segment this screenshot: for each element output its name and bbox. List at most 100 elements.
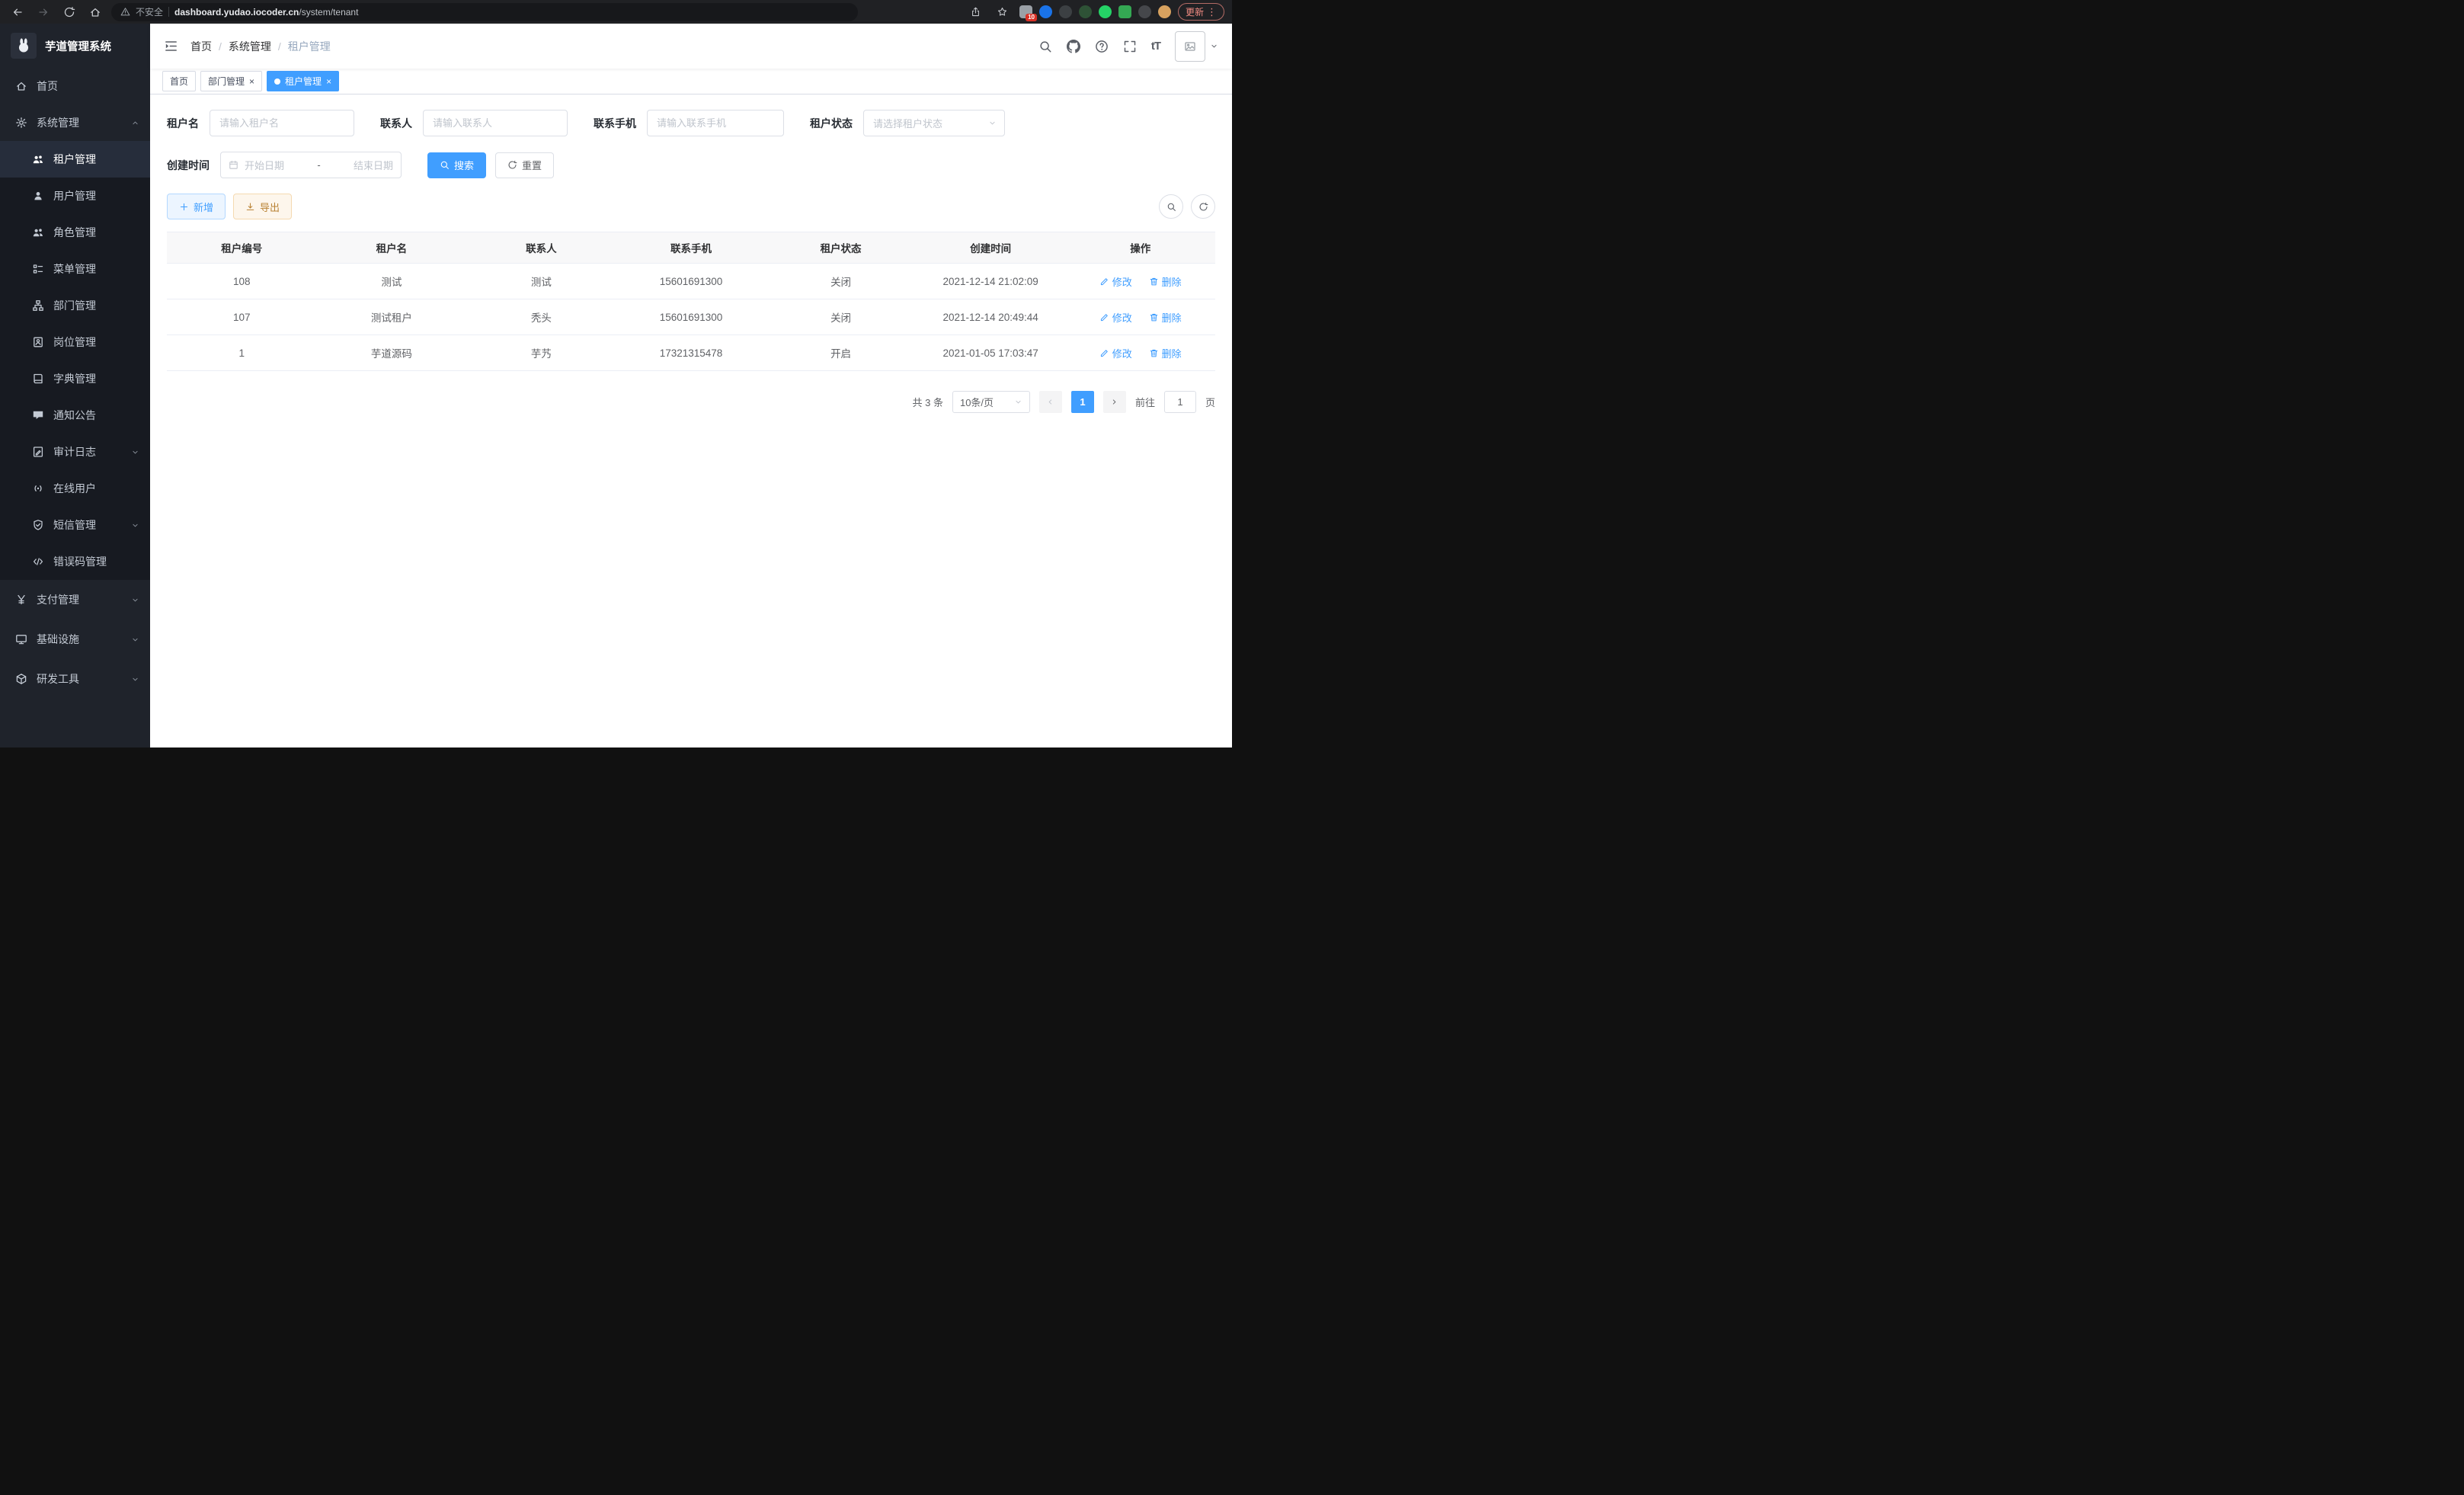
sidebar-item-online-users[interactable]: 在线用户 <box>0 470 150 507</box>
trash-icon <box>1149 277 1159 287</box>
cube-icon <box>15 673 27 685</box>
search-button[interactable]: 搜索 <box>427 152 486 178</box>
close-icon[interactable]: × <box>249 77 254 86</box>
extension-icon[interactable] <box>1118 5 1131 18</box>
next-page-button[interactable] <box>1103 391 1126 413</box>
toggle-search-button[interactable] <box>1159 194 1183 219</box>
page-unit-label: 页 <box>1205 395 1215 409</box>
status-select[interactable]: 请选择租户状态 <box>863 110 1005 136</box>
cell-tenant-id: 107 <box>167 312 317 323</box>
tab-tenant-management[interactable]: 租户管理 × <box>267 71 339 91</box>
share-button[interactable] <box>966 2 986 22</box>
goto-page-input[interactable] <box>1164 391 1196 413</box>
sidebar-item-dict-management[interactable]: 字典管理 <box>0 360 150 397</box>
delete-link[interactable]: 删除 <box>1149 274 1182 289</box>
add-button[interactable]: 新增 <box>167 194 226 219</box>
sidebar-item-user-management[interactable]: 用户管理 <box>0 178 150 214</box>
browser-home-button[interactable] <box>85 2 105 22</box>
url-path: /system/tenant <box>299 7 358 18</box>
sidebar-item-tenant-management[interactable]: 租户管理 <box>0 141 150 178</box>
breadcrumb-home[interactable]: 首页 <box>190 39 212 54</box>
user-avatar-menu[interactable] <box>1175 31 1218 62</box>
code-icon <box>32 555 44 568</box>
browser-refresh-button[interactable] <box>59 2 79 22</box>
sidebar-collapse-button[interactable] <box>164 39 178 53</box>
tenant-icon <box>32 153 44 165</box>
system-submenu: 租户管理 用户管理 角色管理 菜单管理 部门管理 <box>0 141 150 580</box>
sidebar-item-home[interactable]: 首页 <box>0 68 150 104</box>
page-number-button[interactable]: 1 <box>1071 391 1094 413</box>
app-logo <box>11 33 37 59</box>
edit-link[interactable]: 修改 <box>1099 310 1132 325</box>
chrome-update-button[interactable]: 更新 ⋮ <box>1178 3 1224 21</box>
breadcrumb-system[interactable]: 系统管理 <box>212 39 271 54</box>
sidebar-item-menu-management[interactable]: 菜单管理 <box>0 251 150 287</box>
sidebar-item-label: 在线用户 <box>53 481 139 496</box>
sidebar-item-label: 首页 <box>37 78 139 94</box>
sidebar-item-post-management[interactable]: 岗位管理 <box>0 324 150 360</box>
close-icon[interactable]: × <box>326 77 331 86</box>
cell-status: 关闭 <box>766 274 916 289</box>
active-tab-dot <box>274 78 280 85</box>
export-button[interactable]: 导出 <box>233 194 292 219</box>
sidebar-group-payment[interactable]: 支付管理 <box>0 580 150 619</box>
github-icon[interactable] <box>1067 40 1080 53</box>
extension-icon[interactable] <box>1099 5 1112 18</box>
cell-mobile: 15601691300 <box>616 312 766 323</box>
sidebar-group-audit-log[interactable]: 审计日志 <box>0 434 150 470</box>
extension-icon[interactable]: 10 <box>1019 5 1032 18</box>
sidebar-group-dev-tools[interactable]: 研发工具 <box>0 659 150 699</box>
delete-link[interactable]: 删除 <box>1149 310 1182 325</box>
bookmark-star-button[interactable] <box>993 2 1013 22</box>
chevron-down-icon <box>988 119 997 127</box>
sidebar-item-role-management[interactable]: 角色管理 <box>0 214 150 251</box>
extension-icon[interactable] <box>1158 5 1171 18</box>
chevron-up-icon <box>131 119 139 127</box>
sidebar-group-infrastructure[interactable]: 基础设施 <box>0 619 150 659</box>
contact-input[interactable] <box>423 110 568 136</box>
address-bar[interactable]: 不安全 dashboard.yudao.iocoder.cn/system/te… <box>111 3 858 21</box>
tab-dept-management[interactable]: 部门管理 × <box>200 71 262 91</box>
cell-tenant-name: 测试 <box>317 274 467 289</box>
refresh-table-button[interactable] <box>1191 194 1215 219</box>
date-range-picker[interactable]: 开始日期 - 结束日期 <box>220 152 402 178</box>
column-header: 租户编号 <box>167 240 317 255</box>
browser-forward-button[interactable] <box>34 2 53 22</box>
app-logo-row[interactable]: 芋道管理系统 <box>0 24 150 68</box>
rabbit-logo-icon <box>15 37 32 54</box>
broadcast-icon <box>32 482 44 495</box>
search-icon[interactable] <box>1038 40 1052 53</box>
help-icon[interactable] <box>1095 40 1109 53</box>
edit-link[interactable]: 修改 <box>1099 346 1132 360</box>
sidebar-item-notice[interactable]: 通知公告 <box>0 397 150 434</box>
edit-link[interactable]: 修改 <box>1099 274 1132 289</box>
column-header: 租户状态 <box>766 240 916 255</box>
sidebar-group-label: 基础设施 <box>37 632 122 647</box>
dictionary-book-icon <box>32 373 44 385</box>
fullscreen-icon[interactable] <box>1123 40 1137 53</box>
extension-icon[interactable] <box>1059 5 1072 18</box>
extension-icon[interactable] <box>1079 5 1092 18</box>
extension-icon[interactable] <box>1138 5 1151 18</box>
browser-back-button[interactable] <box>8 2 27 22</box>
tab-home[interactable]: 首页 <box>162 71 196 91</box>
reset-button[interactable]: 重置 <box>495 152 554 178</box>
sidebar-item-dept-management[interactable]: 部门管理 <box>0 287 150 324</box>
sidebar: 芋道管理系统 首页 系统管理 租户管理 用户管理 <box>0 24 150 748</box>
reset-button-label: 重置 <box>522 158 542 172</box>
mobile-input[interactable] <box>647 110 784 136</box>
font-size-icon[interactable]: tT <box>1151 40 1160 53</box>
broken-image-icon <box>1184 40 1196 53</box>
sidebar-group-system[interactable]: 系统管理 <box>0 104 150 141</box>
sidebar-group-sms[interactable]: 短信管理 <box>0 507 150 543</box>
sidebar-item-error-code[interactable]: 错误码管理 <box>0 543 150 580</box>
extension-icon[interactable] <box>1039 5 1052 18</box>
column-header: 联系手机 <box>616 240 766 255</box>
sidebar-item-label: 用户管理 <box>53 188 139 203</box>
gear-icon <box>15 117 27 129</box>
org-tree-icon <box>32 299 44 312</box>
prev-page-button[interactable] <box>1039 391 1062 413</box>
tenant-name-input[interactable] <box>210 110 354 136</box>
delete-link[interactable]: 删除 <box>1149 346 1182 360</box>
page-size-select[interactable]: 10条/页 <box>952 391 1030 413</box>
